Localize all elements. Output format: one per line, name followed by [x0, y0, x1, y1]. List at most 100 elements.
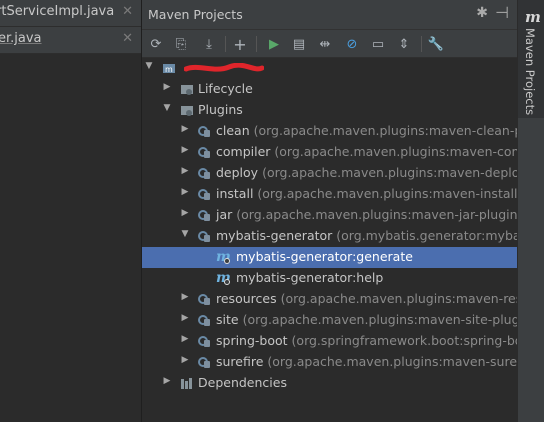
- run-config-button[interactable]: ▤: [289, 34, 309, 54]
- collapsed-arrow-icon[interactable]: ▶: [162, 376, 172, 386]
- plugin-name: install: [216, 186, 254, 201]
- plugin-coordinates: (org.apache.maven.plugins:maven-surefire…: [267, 354, 517, 369]
- plugin-coordinates: (org.mybatis.generator:mybatis-g: [336, 228, 517, 243]
- plugin-coordinates: (org.apache.maven.plugins:maven-clean-pl…: [253, 123, 517, 138]
- redaction-scribble: [184, 63, 264, 72]
- collapsed-arrow-icon[interactable]: ▶: [180, 166, 190, 176]
- plugin-name: deploy: [216, 165, 259, 180]
- collapsed-arrow-icon[interactable]: ▶: [180, 292, 190, 302]
- add-button[interactable]: +: [230, 34, 250, 54]
- expand-arrow-icon[interactable]: ▼: [144, 61, 154, 71]
- folder-gear-icon: [180, 82, 194, 96]
- plugin-icon: [198, 166, 212, 180]
- download-icon: ⤓: [206, 36, 212, 52]
- plugin-coordinates: (org.apache.maven.plugins:maven-site-plu…: [242, 312, 517, 327]
- offline-icon: ⇹: [319, 36, 331, 52]
- plugin-icon: [198, 334, 212, 348]
- collapse-icon: ⇕: [398, 36, 410, 52]
- plugin-coordinates: (org.apache.maven.plugins:maven-compiler: [274, 144, 517, 159]
- goal-label: mybatis-generator:generate: [236, 249, 413, 264]
- editor-tab-java[interactable]: er.java ✕: [0, 27, 141, 54]
- run-button[interactable]: ▶: [264, 34, 284, 54]
- editor-area: rtServiceImpl.java ✕ er.java ✕: [0, 0, 142, 422]
- plugin-icon: [198, 229, 212, 243]
- dependencies-icon: [180, 376, 194, 390]
- skip-tests-icon: ⊘: [346, 36, 358, 52]
- collapsed-arrow-icon[interactable]: ▶: [180, 313, 190, 323]
- toggle-offline-button[interactable]: ⇹: [315, 34, 335, 54]
- editor-tab-service-impl[interactable]: rtServiceImpl.java ✕: [0, 0, 141, 27]
- tree-item-plugins[interactable]: ▼ Plugins: [142, 100, 517, 121]
- plugin-icon: [198, 208, 212, 222]
- tree-goal-generate[interactable]: m mybatis-generator:generate: [142, 247, 517, 268]
- toolbar-separator: [256, 36, 257, 52]
- gear-icon[interactable]: ✱: [476, 5, 488, 21]
- maven-projects-stripe-button[interactable]: m Maven Projects: [518, 0, 544, 118]
- editor-tab-label: rtServiceImpl.java: [0, 4, 115, 19]
- collapsed-arrow-icon[interactable]: ▶: [180, 355, 190, 365]
- folder-plugin-icon: [180, 103, 194, 117]
- collapsed-arrow-icon[interactable]: ▶: [162, 82, 172, 92]
- plugin-coordinates: (org.apache.maven.plugins:maven-resourc: [280, 291, 517, 306]
- tree-item-plugin-mybatis-generator[interactable]: ▼ mybatis-generator (org.mybatis.generat…: [142, 226, 517, 247]
- toolbar-separator: [421, 36, 422, 52]
- close-icon[interactable]: ✕: [122, 31, 133, 46]
- tree-item-plugin-deploy[interactable]: ▶ deploy (org.apache.maven.plugins:maven…: [142, 163, 517, 184]
- tree-item-plugin-clean[interactable]: ▶ clean (org.apache.maven.plugins:maven-…: [142, 121, 517, 142]
- toolbar-separator: [225, 36, 226, 52]
- tree-item-lifecycle[interactable]: ▶ Lifecycle: [142, 79, 517, 100]
- plugin-name: clean: [216, 123, 250, 138]
- collapsed-arrow-icon[interactable]: ▶: [180, 208, 190, 218]
- generate-sources-button[interactable]: ⎘: [171, 34, 191, 54]
- folder-refresh-icon: ⎘: [175, 36, 187, 52]
- collapsed-arrow-icon[interactable]: ▶: [180, 334, 190, 344]
- plugin-icon: [198, 313, 212, 327]
- download-button[interactable]: ⤓: [199, 34, 219, 54]
- goal-label: mybatis-generator:help: [236, 270, 384, 285]
- run-config-icon: ▤: [292, 36, 306, 52]
- maven-goal-icon: m: [216, 270, 231, 286]
- tree-item-plugin-spring-boot[interactable]: ▶ spring-boot (org.springframework.boot:…: [142, 331, 517, 352]
- settings-button[interactable]: 🔧: [426, 34, 446, 54]
- dependencies-icon: ▭: [371, 36, 385, 52]
- collapsed-arrow-icon[interactable]: ▶: [180, 145, 190, 155]
- tree-item-plugin-jar[interactable]: ▶ jar (org.apache.maven.plugins:maven-ja…: [142, 205, 517, 226]
- collapse-all-button[interactable]: ⇕: [394, 34, 414, 54]
- tree-item-plugin-compiler[interactable]: ▶ compiler (org.apache.maven.plugins:mav…: [142, 142, 517, 163]
- plugin-coordinates: (org.apache.maven.plugins:maven-jar-plug…: [236, 207, 517, 222]
- tree-item-plugin-site[interactable]: ▶ site (org.apache.maven.plugins:maven-s…: [142, 310, 517, 331]
- editor-tab-label: er.java: [0, 31, 42, 46]
- plugin-name: jar: [216, 207, 233, 222]
- maven-toolbar: ⟳ ⎘ ⤓ + ▶ ▤ ⇹ ⊘ ▭ ⇕ 🔧: [142, 30, 517, 58]
- tree-item-dependencies[interactable]: ▶ Dependencies: [142, 373, 517, 394]
- panel-header: Maven Projects ✱ ⊣: [142, 0, 517, 30]
- plugin-icon: [198, 145, 212, 159]
- wrench-icon: 🔧: [427, 36, 445, 52]
- skip-tests-button[interactable]: ⊘: [342, 34, 362, 54]
- plugin-name: site: [216, 312, 239, 327]
- plus-icon: +: [233, 34, 247, 54]
- collapsed-arrow-icon[interactable]: ▶: [180, 124, 190, 134]
- maven-project-icon: m: [162, 61, 176, 75]
- plugin-coordinates: (org.springframework.boot:spring-boot: [291, 333, 517, 348]
- close-icon[interactable]: ✕: [122, 4, 133, 19]
- hide-panel-icon[interactable]: ⊣: [495, 3, 509, 22]
- play-icon: ▶: [269, 36, 279, 52]
- plugin-name: mybatis-generator: [216, 228, 333, 243]
- expand-arrow-icon[interactable]: ▼: [180, 229, 190, 239]
- tree-item-plugin-surefire[interactable]: ▶ surefire (org.apache.maven.plugins:mav…: [142, 352, 517, 373]
- collapsed-arrow-icon[interactable]: ▶: [180, 187, 190, 197]
- tree-item-plugin-install[interactable]: ▶ install (org.apache.maven.plugins:mave…: [142, 184, 517, 205]
- show-dependencies-button[interactable]: ▭: [368, 34, 388, 54]
- tree-goal-help[interactable]: m mybatis-generator:help: [142, 268, 517, 289]
- tree-item-plugin-resources[interactable]: ▶ resources (org.apache.maven.plugins:ma…: [142, 289, 517, 310]
- maven-goal-icon: m: [216, 249, 231, 265]
- refresh-icon: ⟳: [150, 36, 162, 52]
- plugins-label: Plugins: [198, 102, 243, 117]
- lifecycle-label: Lifecycle: [198, 81, 253, 96]
- reimport-button[interactable]: ⟳: [146, 34, 166, 54]
- expand-arrow-icon[interactable]: ▼: [162, 103, 172, 113]
- plugin-coordinates: (org.apache.maven.plugins:maven-install-…: [257, 186, 517, 201]
- plugin-icon: [198, 187, 212, 201]
- panel-title: Maven Projects: [148, 7, 243, 22]
